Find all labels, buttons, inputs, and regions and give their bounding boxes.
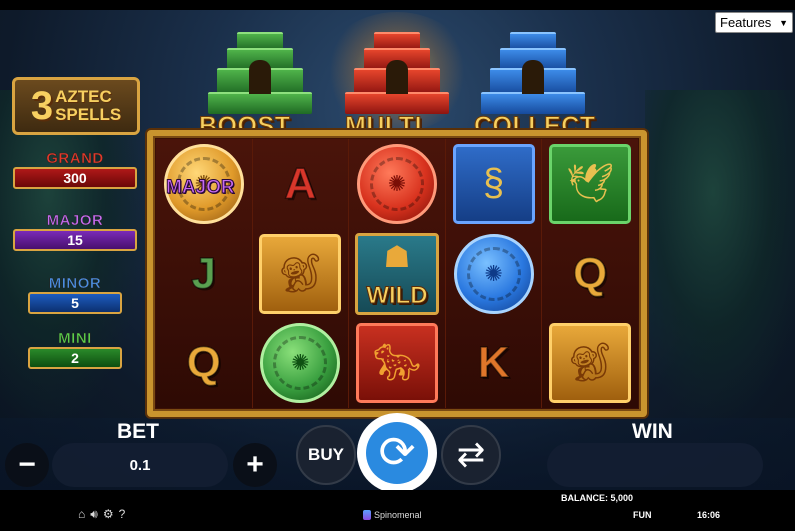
- sound-icon[interactable]: 🔊︎: [90, 507, 98, 522]
- bet-panel: 0.1: [52, 443, 228, 487]
- monkey-icon: 🐒︎: [276, 252, 325, 295]
- reel-cell: ✺: [446, 229, 542, 319]
- autoplay-button[interactable]: ⇄: [441, 425, 501, 485]
- green-temple-icon: [205, 18, 315, 118]
- reel-cell: 🐒︎: [542, 318, 638, 408]
- jackpot-major-value: 15: [13, 229, 137, 251]
- footer-icon-group: ⌂ 🔊︎ ⚙ ?: [78, 507, 125, 522]
- green-coin-symbol: ✺: [260, 323, 341, 404]
- blue-coin-symbol: ✺: [453, 233, 534, 314]
- jackpot-mini-label: MINI: [58, 330, 92, 348]
- jackpot-minor: MINOR 5: [28, 275, 122, 314]
- jackpot-minor-value: 5: [28, 292, 122, 314]
- chevron-down-icon: ▼: [779, 17, 788, 28]
- aztec-sun-icon: ✺: [369, 156, 424, 211]
- spin-icon: ⟳: [366, 422, 428, 484]
- logo-line-1: AZTEC: [55, 87, 112, 107]
- reels-grid: ✺ MAJOR J Q A 🐒︎ ✺ ✺ ☗ WILD 🐆︎ § ✺ K 🕊︎ Q 🐒︎: [156, 139, 638, 408]
- red-coin-symbol: ✺: [356, 143, 437, 224]
- letter-symbol: Q: [186, 337, 222, 388]
- decrease-bet-button[interactable]: −: [5, 443, 49, 487]
- aztec-mask-icon: ☗: [383, 240, 411, 274]
- jackpot-major-label: MAJOR: [46, 212, 104, 230]
- autoplay-icon: ⇄: [456, 436, 486, 474]
- letter-symbol: J: [191, 248, 217, 299]
- wild-label: WILD: [366, 281, 428, 309]
- monkey-icon: 🐒︎: [566, 342, 615, 385]
- reel-frame: ✺ MAJOR J Q A 🐒︎ ✺ ✺ ☗ WILD 🐆︎ § ✺ K 🕊︎ Q 🐒︎: [147, 130, 647, 417]
- jackpot-mini-value: 2: [28, 347, 122, 369]
- aztec-sun-icon: ✺: [273, 336, 328, 391]
- settings-icon[interactable]: ⚙: [103, 507, 114, 522]
- play-mode: FUN: [633, 510, 652, 520]
- bet-value: 0.1: [129, 456, 151, 474]
- brand-name: Spinomenal: [374, 510, 422, 520]
- features-dropdown[interactable]: Features ▼: [715, 12, 793, 33]
- letter-symbol: A: [284, 158, 317, 209]
- increase-bet-button[interactable]: +: [233, 443, 277, 487]
- jackpot-grand: GRAND 300: [13, 150, 137, 189]
- home-icon[interactable]: ⌂: [78, 507, 85, 522]
- reel-cell: K: [446, 318, 542, 408]
- buy-feature-button[interactable]: BUY: [296, 425, 356, 485]
- reel-cell: 🕊︎: [542, 139, 638, 229]
- bird-icon: 🕊︎: [566, 162, 615, 205]
- reel-4: § ✺ K: [445, 139, 543, 408]
- reel-cell: Q: [156, 318, 252, 408]
- bird-tile-symbol: 🕊︎: [549, 143, 632, 224]
- reel-cell: 🐆︎: [349, 318, 445, 408]
- top-bar: [0, 0, 795, 10]
- jackpot-minor-label: MINOR: [48, 275, 102, 293]
- reel-1: ✺ MAJOR J Q: [156, 139, 253, 408]
- reel-5: 🕊︎ Q 🐒︎: [542, 139, 638, 408]
- letter-symbol: K: [477, 337, 510, 388]
- reel-cell: 🐒︎: [253, 229, 349, 319]
- jungle-left-decoration: [0, 90, 150, 430]
- jungle-right-decoration: [645, 90, 795, 430]
- jackpot-grand-label: GRAND: [46, 150, 104, 168]
- serpent-icon: §: [483, 162, 505, 205]
- aztec-sun-icon: ✺: [466, 246, 521, 301]
- win-label: WIN: [632, 420, 673, 443]
- clock: 16:06: [697, 510, 721, 520]
- reel-cell: ☗ WILD: [349, 229, 445, 319]
- bet-label: BET: [117, 420, 159, 443]
- coin-jackpot-tag: MAJOR: [166, 176, 236, 198]
- logo-line-2: SPELLS: [55, 105, 122, 124]
- spinomenal-logo-icon: [363, 510, 371, 520]
- reel-3: ✺ ☗ WILD 🐆︎: [349, 139, 446, 408]
- brand: Spinomenal: [363, 510, 422, 520]
- monkey-tile-symbol: 🐒︎: [259, 233, 342, 314]
- game-logo: 3 AZTEC SPELLS: [12, 77, 140, 135]
- serpent-tile-symbol: §: [452, 143, 535, 224]
- jackpot-major: MAJOR 15: [13, 212, 137, 251]
- logo-number: 3: [30, 84, 54, 128]
- features-dropdown-label: Features: [720, 15, 772, 30]
- blue-temple-icon: [478, 18, 588, 118]
- reel-2: A 🐒︎ ✺: [252, 139, 350, 408]
- spin-button[interactable]: ⟳: [357, 413, 437, 493]
- reel-cell: ✺ MAJOR: [156, 139, 252, 229]
- jaguar-icon: 🐆︎: [372, 342, 422, 385]
- reel-cell: A: [253, 139, 349, 229]
- wild-symbol: ☗ WILD: [354, 232, 439, 315]
- jaguar-tile-symbol: 🐆︎: [355, 323, 438, 404]
- jackpot-mini: MINI 2: [28, 330, 122, 369]
- reel-cell: J: [156, 229, 252, 319]
- letter-symbol: Q: [572, 248, 608, 299]
- reel-cell: §: [446, 139, 542, 229]
- reel-cell: Q: [542, 229, 638, 319]
- win-panel: [547, 443, 763, 487]
- red-temple-icon: [322, 12, 472, 132]
- monkey-tile-symbol: 🐒︎: [549, 323, 632, 404]
- help-icon[interactable]: ?: [119, 507, 126, 522]
- jackpot-grand-value: 300: [13, 167, 137, 189]
- reel-cell: ✺: [253, 318, 349, 408]
- footer-bar: BALANCE: 5,000 ⌂ 🔊︎ ⚙ ? Spinomenal FUN 1…: [0, 490, 795, 531]
- reel-cell: ✺: [349, 139, 445, 229]
- balance-display: BALANCE: 5,000: [561, 493, 634, 503]
